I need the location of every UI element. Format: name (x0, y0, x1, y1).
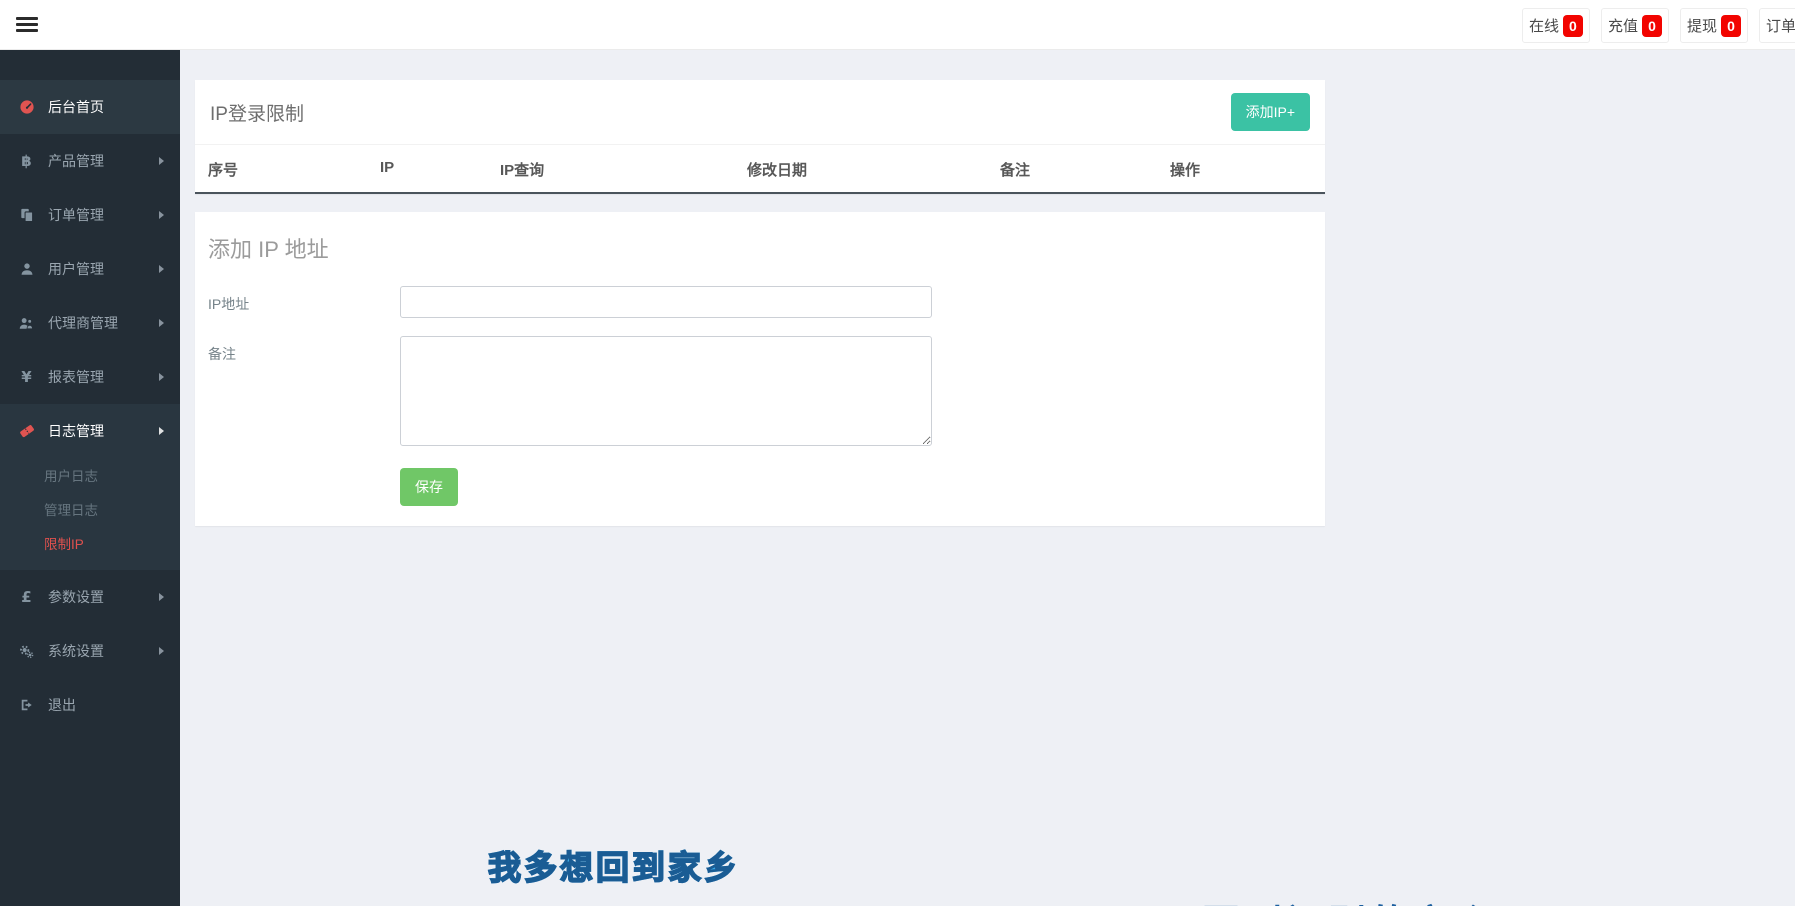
counter-badge: 0 (1721, 15, 1741, 37)
chevron-right-icon (159, 265, 164, 273)
sidebar-item-label: 用户管理 (48, 259, 104, 279)
counter-orders[interactable]: 订单0 (1759, 8, 1795, 43)
top-bar: 在线0充值0提现0订单0 (0, 0, 1795, 50)
sidebar-group-logs: 日志管理用户日志管理日志限制IP (0, 404, 180, 570)
orders-icon (18, 208, 35, 222)
user-icon (18, 262, 35, 276)
sidebar-item-label: 代理商管理 (48, 313, 118, 333)
sidebar: 后台首页 ฿ 产品管理订单管理用户管理代理商管理 ¥ 报表管理日志管理用户日志管理日志限… (0, 50, 180, 906)
sidebar-item-label: 系统设置 (48, 641, 104, 661)
sidebar-subitem-admin-logs[interactable]: 管理日志 (0, 492, 180, 526)
chevron-right-icon (159, 593, 164, 601)
watermark-text-partial: 回到阔别的家乡 (1202, 893, 1496, 906)
gears-icon (18, 644, 35, 659)
counter-label: 充值 (1608, 15, 1638, 36)
save-button[interactable]: 保存 (400, 468, 458, 506)
chevron-right-icon (159, 373, 164, 381)
counter-withdraw[interactable]: 提现0 (1680, 8, 1748, 43)
sidebar-item-params[interactable]: £ 参数设置 (0, 570, 180, 624)
sidebar-item-agents[interactable]: 代理商管理 (0, 296, 180, 350)
sidebar-menu: 后台首页 ฿ 产品管理订单管理用户管理代理商管理 ¥ 报表管理日志管理用户日志管理日志限… (0, 80, 180, 732)
menu-toggle-icon[interactable] (16, 17, 38, 33)
chevron-right-icon (159, 211, 164, 219)
sidebar-item-reports[interactable]: ¥ 报表管理 (0, 350, 180, 404)
ticket-icon (18, 423, 35, 439)
sidebar-item-label: 产品管理 (48, 151, 104, 171)
counter-strip: 在线0充值0提现0订单0 (1522, 8, 1795, 43)
counter-label: 提现 (1687, 15, 1717, 36)
sidebar-item-orders[interactable]: 订单管理 (0, 188, 180, 242)
sidebar-item-home[interactable]: 后台首页 (0, 80, 180, 134)
sidebar-item-logout[interactable]: 退出 (0, 678, 180, 732)
add-ip-form-panel: 添加 IP 地址 IP地址 备注 保存 (195, 212, 1325, 526)
chevron-right-icon (159, 319, 164, 327)
signout-icon (18, 698, 35, 712)
form-title: 添加 IP 地址 (208, 232, 1312, 264)
main-content: IP登录限制 添加IP+ 序号IPIP查询修改日期备注操作 添加 IP 地址 I… (180, 50, 1795, 906)
column-header: 修改日期 (747, 159, 1000, 180)
agents-icon (18, 316, 35, 331)
watermark-text: 我多想回到家乡 (488, 841, 740, 889)
page-title: IP登录限制 (210, 99, 304, 126)
dashboard-icon (18, 99, 35, 115)
sidebar-item-products[interactable]: ฿ 产品管理 (0, 134, 180, 188)
pound-icon: £ (18, 588, 35, 606)
counter-badge: 0 (1563, 15, 1583, 37)
column-header: 操作 (1170, 159, 1312, 180)
remark-textarea[interactable] (400, 336, 932, 446)
column-header: IP查询 (500, 159, 747, 180)
ip-address-input[interactable] (400, 286, 932, 318)
column-header: 序号 (208, 159, 380, 180)
ip-limit-panel: IP登录限制 添加IP+ 序号IPIP查询修改日期备注操作 (195, 80, 1325, 194)
sidebar-subitem-user-logs[interactable]: 用户日志 (0, 458, 180, 492)
column-header: IP (380, 159, 500, 180)
bitcoin-icon: ฿ (18, 152, 35, 170)
sidebar-item-label: 报表管理 (48, 367, 104, 387)
ip-address-label: IP地址 (208, 286, 400, 318)
sidebar-item-label: 参数设置 (48, 587, 104, 607)
sidebar-item-users[interactable]: 用户管理 (0, 242, 180, 296)
chevron-right-icon (159, 427, 164, 435)
sidebar-item-label: 后台首页 (48, 97, 104, 117)
sidebar-item-label: 退出 (48, 695, 76, 715)
counter-recharge[interactable]: 充值0 (1601, 8, 1669, 43)
counter-badge: 0 (1642, 15, 1662, 37)
add-ip-button[interactable]: 添加IP+ (1231, 93, 1310, 131)
chevron-right-icon (159, 157, 164, 165)
column-header: 备注 (1000, 159, 1170, 180)
table-header-row: 序号IPIP查询修改日期备注操作 (195, 145, 1325, 194)
sidebar-item-label: 订单管理 (48, 205, 104, 225)
remark-label: 备注 (208, 336, 400, 446)
chevron-right-icon (159, 647, 164, 655)
counter-label: 在线 (1529, 15, 1559, 36)
yen-icon: ¥ (18, 368, 35, 386)
sidebar-item-label: 日志管理 (48, 421, 104, 441)
sidebar-item-system[interactable]: 系统设置 (0, 624, 180, 678)
counter-online[interactable]: 在线0 (1522, 8, 1590, 43)
sidebar-subitem-ip-limit[interactable]: 限制IP (0, 526, 180, 560)
counter-label: 订单 (1766, 15, 1795, 36)
sidebar-item-logs[interactable]: 日志管理 (0, 404, 180, 458)
